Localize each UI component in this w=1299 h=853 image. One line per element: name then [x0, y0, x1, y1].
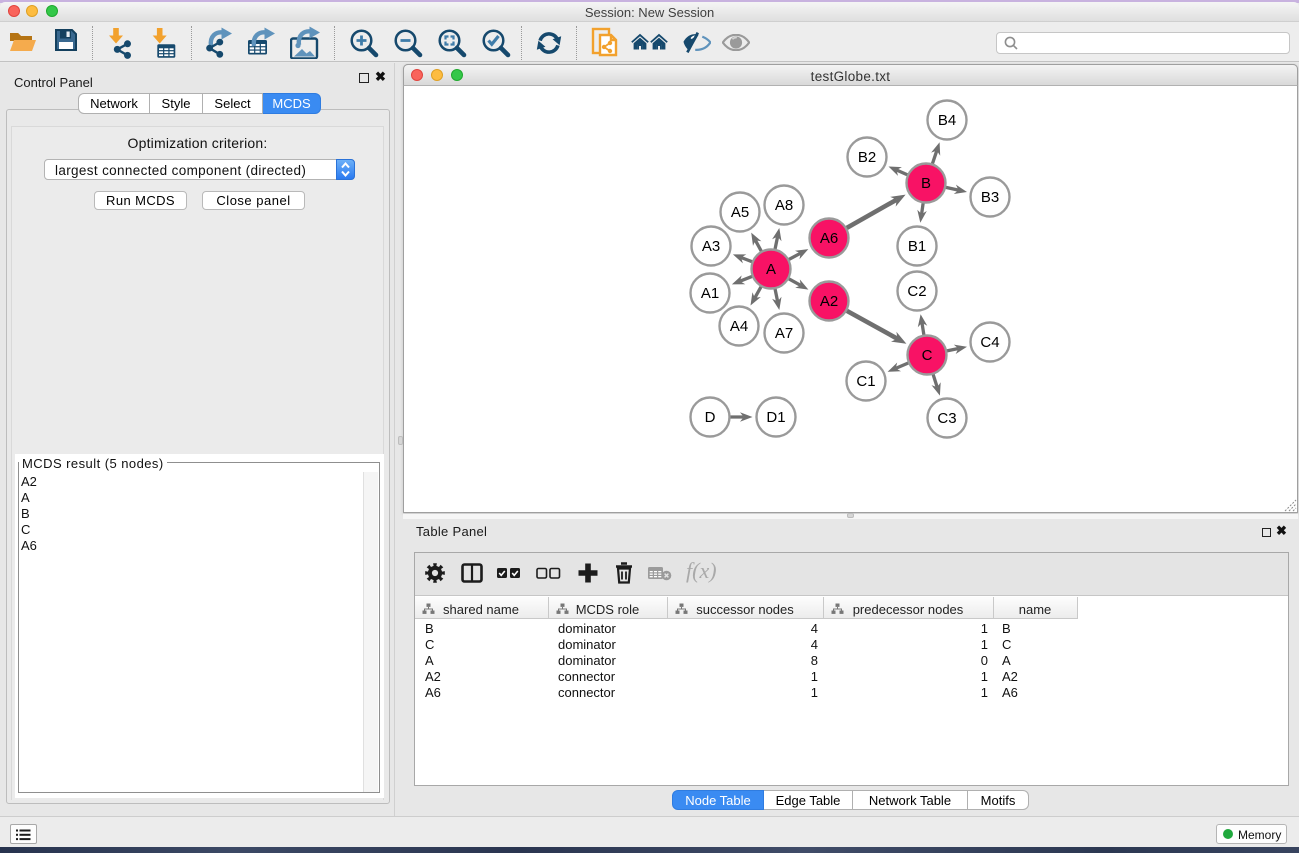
svg-text:B3: B3 [981, 189, 999, 206]
svg-text:A5: A5 [731, 204, 749, 221]
svg-text:A3: A3 [702, 238, 720, 255]
svg-text:C: C [922, 347, 933, 364]
svg-text:C1: C1 [856, 373, 875, 390]
svg-text:A6: A6 [820, 230, 838, 247]
svg-text:A7: A7 [775, 325, 793, 342]
svg-text:B4: B4 [938, 112, 956, 129]
svg-text:C2: C2 [907, 283, 926, 300]
svg-text:A8: A8 [775, 197, 793, 214]
svg-text:B: B [921, 175, 931, 192]
svg-text:A1: A1 [701, 285, 719, 302]
svg-text:C4: C4 [980, 334, 999, 351]
svg-text:B1: B1 [908, 238, 926, 255]
svg-text:A: A [766, 261, 776, 278]
svg-text:A4: A4 [730, 318, 748, 335]
svg-text:D: D [705, 409, 716, 426]
svg-text:C3: C3 [937, 410, 956, 427]
svg-text:D1: D1 [766, 409, 785, 426]
svg-text:B2: B2 [858, 149, 876, 166]
svg-text:A2: A2 [820, 293, 838, 310]
